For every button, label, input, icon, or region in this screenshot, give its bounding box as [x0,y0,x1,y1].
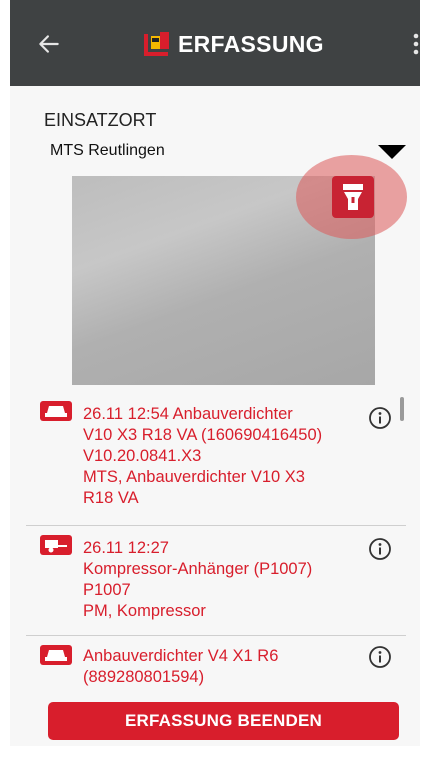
location-label: EINSATZORT [44,110,157,130]
list-item-line: V10.20.0841.X3 [83,447,202,465]
list-item-line: PM, Kompressor [83,602,206,620]
more-vertical-icon[interactable] [412,32,420,56]
finish-capture-button[interactable]: ERFASSUNG BEENDEN [48,702,399,740]
list-item-line: 26.11 12:54 Anbauverdichter [83,405,293,423]
location-select-value[interactable]: MTS Reutlingen [50,142,165,160]
app-logo-icon [144,32,169,56]
arrow-left-icon[interactable] [36,31,62,57]
app-bar: ERFASSUNG [10,0,420,86]
info-icon[interactable] [368,645,392,669]
list-item-line: P1007 [83,581,131,599]
list-item-line: 26.11 12:27 [83,539,169,557]
list-item[interactable]: 26.11 12:27 Kompressor-Anhänger (P1007) … [26,526,406,634]
list-item-text: 26.11 12:27 Kompressor-Anhänger (P1007) … [83,538,363,622]
page-title: ERFASSUNG [178,30,324,57]
flashlight-button[interactable] [332,176,374,218]
compactor-icon [40,645,72,665]
dropdown-arrow-icon[interactable] [378,145,406,159]
info-icon[interactable] [368,406,392,430]
info-icon[interactable] [368,537,392,561]
list-item-line: MTS, Anbauverdichter V10 X3 [83,468,305,486]
title-group: ERFASSUNG [144,28,324,60]
list-scrollbar[interactable] [400,397,404,421]
compactor-icon [40,401,72,421]
flashlight-icon [343,184,363,210]
list-item-line: (889280801594) [83,668,205,686]
list-item-text: 26.11 12:54 Anbauverdichter V10 X3 R18 V… [83,404,363,509]
list-item-text: Anbauverdichter V4 X1 R6 (889280801594) [83,646,363,688]
list-item-line: R18 VA [83,489,139,507]
trailer-icon [40,535,72,555]
scan-list[interactable]: 26.11 12:54 Anbauverdichter V10 X3 R18 V… [26,392,406,694]
list-item-line: V10 X3 R18 VA (160690416450) [83,426,323,444]
list-item[interactable]: 26.11 12:54 Anbauverdichter V10 X3 R18 V… [26,392,406,522]
list-item[interactable]: Anbauverdichter V4 X1 R6 (889280801594) [26,636,406,694]
list-item-line: Kompressor-Anhänger (P1007) [83,560,313,578]
list-item-line: Anbauverdichter V4 X1 R6 [83,647,279,665]
